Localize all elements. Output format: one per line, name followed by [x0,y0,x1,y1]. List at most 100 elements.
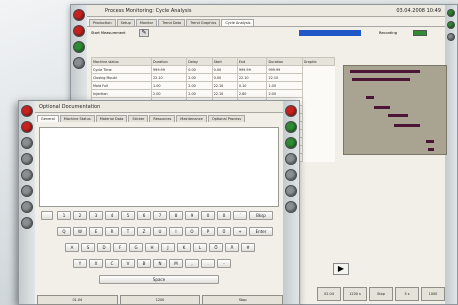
status-field[interactable]: 5 s [395,287,419,301]
key-0[interactable]: 0 [201,211,215,220]
notes-textarea[interactable] [39,127,279,207]
status-field[interactable]: 1200 [119,295,201,305]
tab-maintenance[interactable]: Maintenance [176,115,207,122]
key-ß[interactable]: ß [217,211,231,220]
table-row[interactable]: Injection 2.00 2.00 22.10 2.80 2.00 [91,89,335,98]
rail-button[interactable] [285,105,297,117]
status-field[interactable]: Stop [202,295,284,305]
key-f[interactable]: F [113,243,127,252]
rail-button[interactable] [447,9,455,17]
key-h[interactable]: H [145,243,159,252]
status-field[interactable]: 1200 s [343,287,367,301]
key-n[interactable]: N [153,259,167,268]
rail-button[interactable] [447,33,455,41]
special-key[interactable] [41,211,53,220]
key-bksp[interactable]: Bksp [249,211,273,220]
key-7[interactable]: 7 [153,211,167,220]
rail-button[interactable] [21,105,33,117]
key-ö[interactable]: Ö [209,243,223,252]
key-a[interactable]: A [65,243,79,252]
key-c[interactable]: C [105,259,119,268]
rail-button[interactable] [21,153,33,165]
key--[interactable]: - [217,259,231,268]
tab-cycle-analysis[interactable]: Cycle Analysis [221,19,255,26]
key-u[interactable]: U [153,227,167,236]
key-v[interactable]: V [121,259,135,268]
key-z[interactable]: Z [137,227,151,236]
table-row[interactable]: Mold Full 1.00 2.00 22.10 0.10 1.00 [91,81,335,90]
play-button[interactable]: ▶ [333,263,349,275]
rail-button[interactable] [21,121,33,133]
rail-button[interactable] [285,169,297,181]
tab-setup[interactable]: Setup [116,19,135,26]
rail-button[interactable] [285,137,297,149]
key-#[interactable]: # [241,243,255,252]
key-t[interactable]: T [121,227,135,236]
key-y[interactable]: Y [73,259,87,268]
key-o[interactable]: O [185,227,199,236]
space-key[interactable]: Space [99,275,219,284]
table-row[interactable]: Closing Mould 22.10 2.00 0.00 22.10 22.10 [91,73,335,82]
key-p[interactable]: P [201,227,215,236]
key-6[interactable]: 6 [137,211,151,220]
status-field[interactable]: 02.04 [317,287,341,301]
key-8[interactable]: 8 [169,211,183,220]
rail-button[interactable] [21,185,33,197]
key-enter[interactable]: Enter [249,227,273,236]
start-button[interactable] [73,41,85,53]
tab-optional-process[interactable]: Optional Process [207,115,246,122]
tab-monitor[interactable]: Monitor [135,19,158,26]
tab-trend-graphics[interactable]: Trend Graphics [186,19,221,26]
key-1[interactable]: 1 [57,211,71,220]
tab-general[interactable]: General [37,115,59,122]
key-ü[interactable]: Ü [217,227,231,236]
recording-indicator[interactable] [413,30,427,36]
tab-production[interactable]: Production [89,19,116,26]
rail-button[interactable] [21,201,33,213]
rail-button[interactable] [285,185,297,197]
rail-button[interactable] [447,21,455,29]
rail-button[interactable] [285,153,297,165]
status-field[interactable]: 1000 [421,287,445,301]
key-w[interactable]: W [73,227,87,236]
key-5[interactable]: 5 [121,211,135,220]
rail-button[interactable] [285,121,297,133]
pencil-icon[interactable]: ✎ [139,29,149,37]
key-r[interactable]: R [105,227,119,236]
status-field[interactable]: 01.04 [37,295,118,305]
key-e[interactable]: E [89,227,103,236]
tab-resources[interactable]: Resources [149,115,176,122]
tab-trend-data[interactable]: Trend Data [158,19,186,26]
key-b[interactable]: B [137,259,151,268]
key-.[interactable]: . [201,259,215,268]
rail-button[interactable] [21,217,33,229]
key-j[interactable]: J [161,243,175,252]
key-3[interactable]: 3 [89,211,103,220]
key-´[interactable]: ´ [233,211,247,220]
tab-material-data[interactable]: Material Data [95,115,128,122]
rail-button[interactable] [73,57,85,69]
stop-button[interactable] [73,25,85,37]
key-4[interactable]: 4 [105,211,119,220]
key-d[interactable]: D [97,243,111,252]
key-q[interactable]: Q [57,227,71,236]
key-+[interactable]: + [233,227,247,236]
key-g[interactable]: G [129,243,143,252]
rail-button[interactable] [21,137,33,149]
key-m[interactable]: M [169,259,183,268]
key-ä[interactable]: Ä [225,243,239,252]
tab-sticker[interactable]: Sticker [128,115,149,122]
selection-field[interactable] [299,30,361,36]
key-s[interactable]: S [81,243,95,252]
alarm-button[interactable] [73,9,85,21]
key-9[interactable]: 9 [185,211,199,220]
rail-button[interactable] [285,201,297,213]
status-field[interactable]: Stop [369,287,393,301]
rail-button[interactable] [21,169,33,181]
key-l[interactable]: L [193,243,207,252]
key-,[interactable]: , [185,259,199,268]
key-2[interactable]: 2 [73,211,87,220]
tab-machine-status[interactable]: Machine Status [59,115,95,122]
table-row[interactable]: Cycle Time 999.99 0.00 0.00 999.99 999.99 [91,65,335,74]
key-x[interactable]: X [89,259,103,268]
